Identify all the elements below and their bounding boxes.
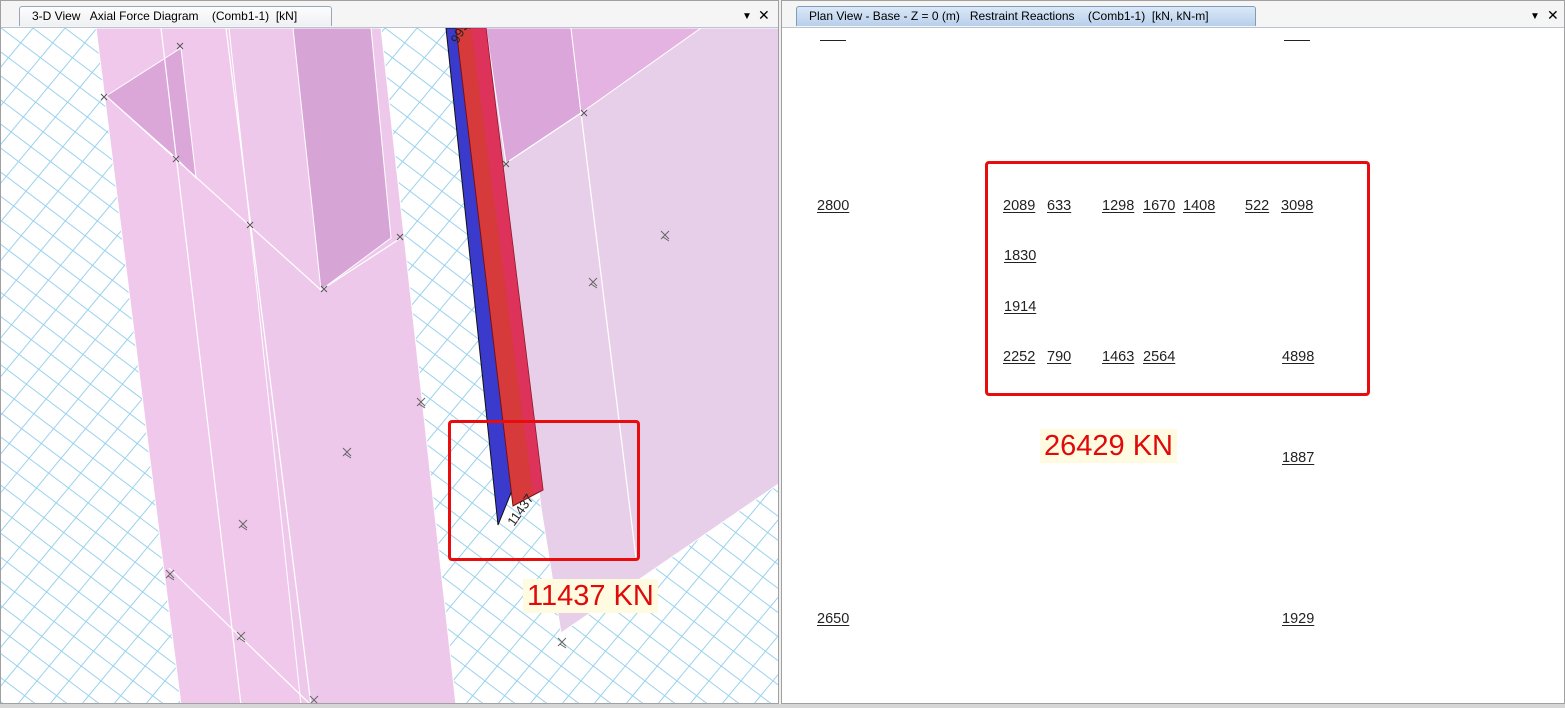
3d-view-pane[interactable]: 3-D View Axial Force Diagram (Comb1-1) [… [0, 0, 779, 704]
callout-left: 11437 KN [523, 579, 658, 613]
grid-line [1, 653, 68, 703]
app-workspace: 3-D View Axial Force Diagram (Comb1-1) [… [0, 0, 1565, 708]
left-tabstrip: 3-D View Axial Force Diagram (Comb1-1) [… [1, 1, 778, 28]
grid-line [1, 28, 98, 145]
window-menu-icon[interactable]: ▼ [1530, 9, 1540, 25]
3d-model-canvas[interactable]: 999 11437 [1, 28, 778, 703]
reaction-value: 1887 [1282, 450, 1315, 466]
plan-view-pane[interactable]: Plan View - Base - Z = 0 (m) Restraint R… [781, 0, 1565, 704]
shear-wall-panels [95, 28, 778, 703]
plan-viewport[interactable]: 2800 2089 633 1298 1670 1408 522 3098 18… [782, 28, 1564, 703]
close-icon[interactable]: ✕ [1547, 7, 1559, 23]
tab-3d-view[interactable]: 3-D View Axial Force Diagram (Comb1-1) [… [19, 6, 332, 26]
right-tabstrip: Plan View - Base - Z = 0 (m) Restraint R… [782, 1, 1564, 28]
plan-dash-marker [1284, 40, 1310, 41]
reaction-value: 1929 [1282, 611, 1315, 627]
highlight-box-reactions [985, 161, 1370, 396]
reaction-value: 2650 [817, 611, 850, 627]
reaction-value: 2800 [817, 198, 850, 214]
status-strip [0, 704, 1565, 708]
window-menu-icon[interactable]: ▼ [742, 9, 752, 25]
close-icon[interactable]: ✕ [758, 7, 770, 23]
tab-plan-view[interactable]: Plan View - Base - Z = 0 (m) Restraint R… [796, 6, 1256, 26]
3d-viewport[interactable]: 999 11437 11437 KN [1, 28, 778, 703]
callout-right: 26429 KN [1040, 429, 1177, 463]
plan-dash-marker [820, 40, 846, 41]
grid-line [1, 629, 100, 703]
highlight-box-base [448, 420, 640, 561]
